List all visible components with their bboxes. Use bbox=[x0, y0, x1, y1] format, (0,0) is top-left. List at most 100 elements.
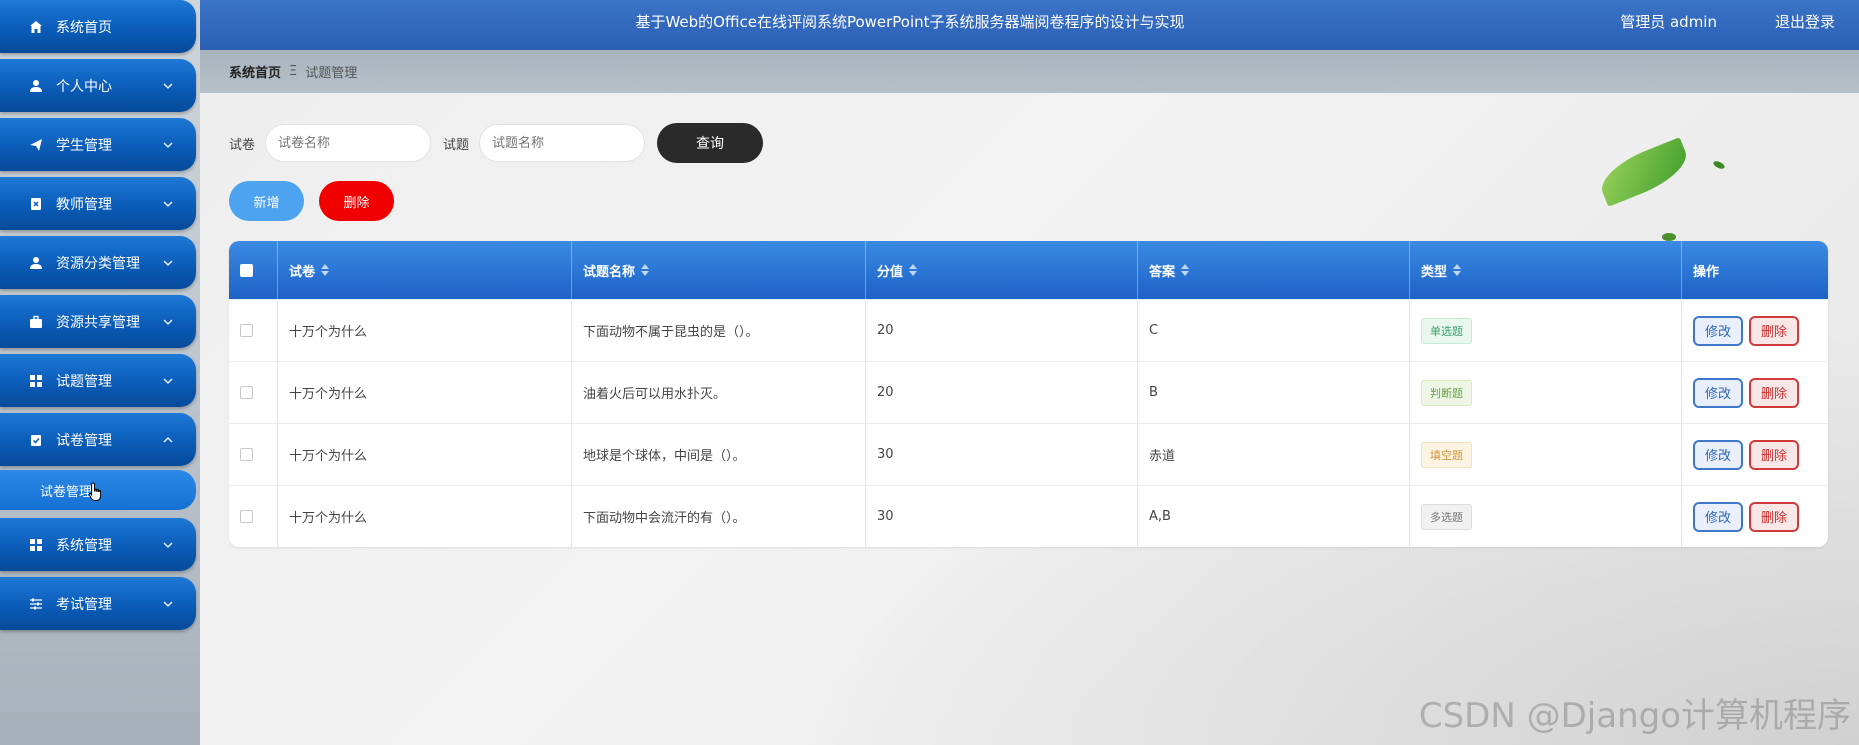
column-header-label: 分值 bbox=[877, 264, 904, 280]
chevron-down-icon bbox=[163, 83, 173, 89]
send-icon bbox=[28, 137, 44, 153]
select-all-checkbox[interactable] bbox=[240, 263, 253, 277]
top-header: 基于Web的Office在线评阅系统PowerPoint子系统服务器端阅卷程序的… bbox=[200, 0, 1859, 50]
paper-cell: 十万个为什么 bbox=[278, 424, 572, 485]
column-header-actions: 操作 bbox=[1682, 241, 1828, 299]
type-badge: 多选题 bbox=[1421, 503, 1472, 530]
logout-link[interactable]: 退出登录 bbox=[1775, 11, 1835, 32]
column-header-question[interactable]: 试题名称 bbox=[572, 241, 866, 299]
batch-delete-button[interactable]: 删除 bbox=[319, 181, 394, 221]
paper-cell: 十万个为什么 bbox=[278, 486, 572, 547]
sidebar-item-teachers[interactable]: 教师管理 bbox=[0, 177, 196, 230]
actions-cell: 修改 删除 bbox=[1682, 424, 1828, 485]
edit-button[interactable]: 修改 bbox=[1693, 501, 1743, 532]
row-checkbox[interactable] bbox=[240, 510, 253, 523]
chevron-down-icon bbox=[163, 142, 173, 148]
user-icon bbox=[28, 255, 44, 271]
clipboard-icon bbox=[28, 432, 44, 448]
type-cell: 判断题 bbox=[1410, 362, 1682, 423]
question-cell: 油着火后可以用水扑灭。 bbox=[572, 362, 866, 423]
delete-button[interactable]: 删除 bbox=[1749, 501, 1799, 532]
sidebar-item-exams[interactable]: 考试管理 bbox=[0, 577, 196, 630]
question-cell: 地球是个球体，中间是（）。 bbox=[572, 424, 866, 485]
column-header-label: 操作 bbox=[1693, 264, 1720, 280]
score-cell: 20 bbox=[866, 300, 1138, 361]
column-header-label: 答案 bbox=[1149, 264, 1176, 280]
score-cell: 30 bbox=[866, 486, 1138, 547]
sidebar-item-resource-share[interactable]: 资源共享管理 bbox=[0, 295, 196, 348]
hand-cursor-icon bbox=[88, 482, 102, 501]
sidebar-item-home[interactable]: 系统首页 bbox=[0, 0, 196, 53]
sort-icon[interactable] bbox=[641, 264, 650, 276]
row-select-cell bbox=[229, 424, 278, 485]
briefcase-icon bbox=[28, 314, 44, 330]
column-header-type[interactable]: 类型 bbox=[1410, 241, 1682, 299]
chevron-down-icon bbox=[163, 378, 173, 384]
type-badge: 填空题 bbox=[1421, 441, 1472, 468]
delete-button[interactable]: 删除 bbox=[1749, 439, 1799, 470]
row-select-cell bbox=[229, 486, 278, 547]
answer-cell: B bbox=[1138, 362, 1410, 423]
edit-button[interactable]: 修改 bbox=[1693, 439, 1743, 470]
type-cell: 填空题 bbox=[1410, 424, 1682, 485]
search-bar: 试卷 试题 查询 bbox=[229, 123, 764, 163]
column-header-label: 类型 bbox=[1421, 264, 1448, 280]
sidebar-item-label: 教师管理 bbox=[56, 196, 112, 213]
leaf-decoration bbox=[1594, 137, 1694, 207]
chevron-down-icon bbox=[163, 319, 173, 325]
question-cell: 下面动物不属于昆虫的是（）。 bbox=[572, 300, 866, 361]
breadcrumb-separator: Ξ bbox=[289, 64, 298, 79]
table-row: 十万个为什么 油着火后可以用水扑灭。 20 B 判断题 修改 删除 bbox=[229, 361, 1828, 423]
sort-icon[interactable] bbox=[321, 264, 330, 276]
edit-button[interactable]: 修改 bbox=[1693, 315, 1743, 346]
sidebar-item-students[interactable]: 学生管理 bbox=[0, 118, 196, 171]
home-icon bbox=[28, 19, 44, 35]
actions-cell: 修改 删除 bbox=[1682, 300, 1828, 361]
row-checkbox[interactable] bbox=[240, 386, 253, 399]
leaf-decoration bbox=[1662, 233, 1676, 241]
query-button[interactable]: 查询 bbox=[657, 123, 764, 163]
edit-button[interactable]: 修改 bbox=[1693, 377, 1743, 408]
row-checkbox[interactable] bbox=[240, 448, 253, 461]
sidebar-item-system[interactable]: 系统管理 bbox=[0, 518, 196, 571]
add-button[interactable]: 新增 bbox=[229, 181, 304, 221]
sidebar-item-label: 试卷管理 bbox=[56, 432, 112, 449]
sidebar-item-label: 系统首页 bbox=[56, 19, 112, 36]
user-icon bbox=[28, 78, 44, 94]
sidebar-item-label: 试题管理 bbox=[56, 373, 112, 390]
actions-cell: 修改 删除 bbox=[1682, 486, 1828, 547]
question-cell: 下面动物中会流汗的有（）。 bbox=[572, 486, 866, 547]
sidebar-item-label: 考试管理 bbox=[56, 596, 112, 613]
row-select-cell bbox=[229, 362, 278, 423]
row-checkbox[interactable] bbox=[240, 324, 253, 337]
answer-cell: 赤道 bbox=[1138, 424, 1410, 485]
type-cell: 单选题 bbox=[1410, 300, 1682, 361]
type-badge: 判断题 bbox=[1421, 379, 1472, 406]
sidebar-item-papers[interactable]: 试卷管理 bbox=[0, 413, 196, 466]
breadcrumb-home[interactable]: 系统首页 bbox=[229, 62, 281, 81]
sort-icon[interactable] bbox=[1181, 264, 1190, 276]
sidebar-subitem-papers[interactable]: 试卷管理 bbox=[0, 470, 196, 510]
sidebar-item-label: 资源分类管理 bbox=[56, 255, 140, 272]
question-search-input[interactable] bbox=[479, 124, 646, 162]
column-header-paper[interactable]: 试卷 bbox=[278, 241, 572, 299]
grid-icon bbox=[28, 373, 44, 389]
sidebar-item-label: 个人中心 bbox=[56, 78, 112, 95]
sort-icon[interactable] bbox=[909, 264, 918, 276]
sidebar-item-questions[interactable]: 试题管理 bbox=[0, 354, 196, 407]
paper-search-input[interactable] bbox=[265, 124, 432, 162]
delete-button[interactable]: 删除 bbox=[1749, 377, 1799, 408]
column-header-answer[interactable]: 答案 bbox=[1138, 241, 1410, 299]
sidebar-item-resource-category[interactable]: 资源分类管理 bbox=[0, 236, 196, 289]
answer-cell: C bbox=[1138, 300, 1410, 361]
chevron-down-icon bbox=[163, 601, 173, 607]
sidebar-item-profile[interactable]: 个人中心 bbox=[0, 59, 196, 112]
sort-icon[interactable] bbox=[1453, 264, 1462, 276]
actions-cell: 修改 删除 bbox=[1682, 362, 1828, 423]
column-header-score[interactable]: 分值 bbox=[866, 241, 1138, 299]
table-header: 试卷 试题名称 分值 答案 类型 操作 bbox=[229, 241, 1828, 299]
id-card-icon bbox=[28, 196, 44, 212]
delete-button[interactable]: 删除 bbox=[1749, 315, 1799, 346]
page-title: 基于Web的Office在线评阅系统PowerPoint子系统服务器端阅卷程序的… bbox=[635, 13, 1185, 31]
breadcrumb-current: 试题管理 bbox=[305, 66, 358, 81]
